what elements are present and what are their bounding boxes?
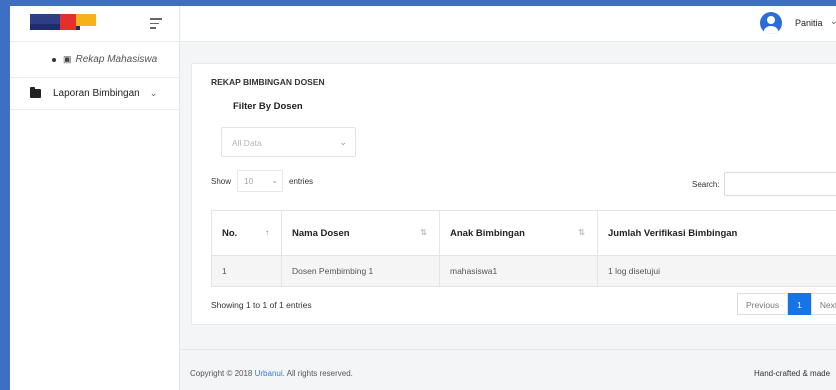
next-page-button[interactable]: Next bbox=[810, 293, 836, 315]
copyright-prefix: Copyright © 2018 bbox=[190, 369, 255, 378]
user-avatar-icon[interactable] bbox=[760, 12, 782, 34]
show-label: Show bbox=[211, 176, 232, 186]
sidebar: ▣ Rekap Mahasiswa Laporan Bimbingan ⌄ bbox=[10, 6, 180, 390]
cell-nama-dosen: Dosen Pembimbing 1 bbox=[281, 255, 440, 287]
brand-link[interactable]: Urbanui bbox=[255, 369, 283, 378]
column-header-nama-dosen[interactable]: Nama Dosen ⇅ bbox=[281, 210, 440, 256]
table-row: 1 Dosen Pembimbing 1 mahasiswa1 1 log di… bbox=[211, 255, 836, 287]
app-window: ▣ Rekap Mahasiswa Laporan Bimbingan ⌄ Pa… bbox=[10, 6, 836, 390]
book-icon: ▣ bbox=[63, 54, 72, 64]
table-info: Showing 1 to 1 of 1 entries bbox=[211, 300, 312, 310]
sidebar-header bbox=[10, 6, 179, 42]
card-title: REKAP BIMBINGAN DOSEN bbox=[211, 77, 325, 87]
entries-length-select[interactable]: 10 ⌄ bbox=[237, 170, 284, 192]
menu-toggle-icon[interactable] bbox=[150, 18, 164, 30]
table-header-row: No. ↑ Nama Dosen ⇅ Anak Bimbingan ⇅ Juml… bbox=[211, 210, 836, 256]
column-header-no[interactable]: No. ↑ bbox=[211, 210, 282, 256]
column-header-label: Jumlah Verifikasi Bimbingan bbox=[608, 227, 738, 239]
sidebar-subitem-label: Rekap Mahasiswa bbox=[75, 54, 158, 65]
entries-length-control: Show 10 ⌄ entries bbox=[211, 170, 313, 192]
column-header-jumlah-verifikasi[interactable]: Jumlah Verifikasi Bimbingan ⇅ bbox=[597, 210, 836, 256]
footer: Copyright © 2018 Urbanui. All rights res… bbox=[180, 349, 836, 390]
column-header-label: Anak Bimbingan bbox=[450, 227, 525, 239]
app-logo[interactable] bbox=[30, 14, 100, 30]
folder-icon bbox=[30, 87, 41, 98]
entries-label: entries bbox=[289, 176, 314, 186]
top-navbar: Panitia ⌄ bbox=[180, 6, 836, 42]
cell-jumlah-verifikasi: 1 log disetujui bbox=[597, 255, 836, 287]
chevron-down-icon[interactable]: ⌄ bbox=[830, 16, 836, 27]
cell-no: 1 bbox=[211, 255, 282, 287]
sort-asc-icon: ↑ bbox=[265, 228, 269, 237]
search-label: Search: bbox=[692, 180, 720, 189]
sort-icon: ⇅ bbox=[420, 228, 427, 237]
chevron-down-icon: ⌄ bbox=[149, 88, 158, 98]
report-card: REKAP BIMBINGAN DOSEN Filter By Dosen Al… bbox=[191, 63, 836, 325]
dosen-filter-select[interactable]: All Data ⌄ bbox=[221, 127, 356, 157]
bullet-icon bbox=[52, 57, 56, 62]
column-header-anak-bimbingan[interactable]: Anak Bimbingan ⇅ bbox=[439, 210, 598, 256]
column-header-label: Nama Dosen bbox=[292, 227, 350, 239]
sort-icon: ⇅ bbox=[578, 228, 585, 237]
copyright-text: Copyright © 2018 Urbanui. All rights res… bbox=[190, 369, 353, 378]
sidebar-item-laporan-bimbingan[interactable]: Laporan Bimbingan ⌄ bbox=[10, 78, 179, 110]
handcrafted-text: Hand-crafted & made bbox=[754, 369, 831, 378]
data-table: No. ↑ Nama Dosen ⇅ Anak Bimbingan ⇅ Juml… bbox=[211, 210, 836, 287]
sidebar-item-label: Laporan Bimbingan bbox=[53, 88, 140, 99]
chevron-down-icon: ⌄ bbox=[271, 176, 279, 185]
copyright-suffix: . All rights reserved. bbox=[282, 369, 353, 378]
filter-label: Filter By Dosen bbox=[233, 101, 303, 112]
dosen-filter-value: All Data bbox=[232, 138, 262, 148]
chevron-down-icon: ⌄ bbox=[339, 137, 347, 147]
previous-page-button[interactable]: Previous bbox=[737, 293, 789, 315]
page-1-button[interactable]: 1 bbox=[788, 293, 811, 315]
cell-anak-bimbingan: mahasiswa1 bbox=[439, 255, 598, 287]
search-input[interactable] bbox=[724, 172, 836, 196]
user-name[interactable]: Panitia bbox=[795, 18, 823, 28]
pagination: Previous 1 Next bbox=[737, 293, 836, 315]
entries-length-value: 10 bbox=[244, 176, 254, 186]
column-header-label: No. bbox=[222, 227, 238, 239]
sidebar-subitem-rekap-mahasiswa[interactable]: ▣ Rekap Mahasiswa bbox=[10, 42, 179, 78]
